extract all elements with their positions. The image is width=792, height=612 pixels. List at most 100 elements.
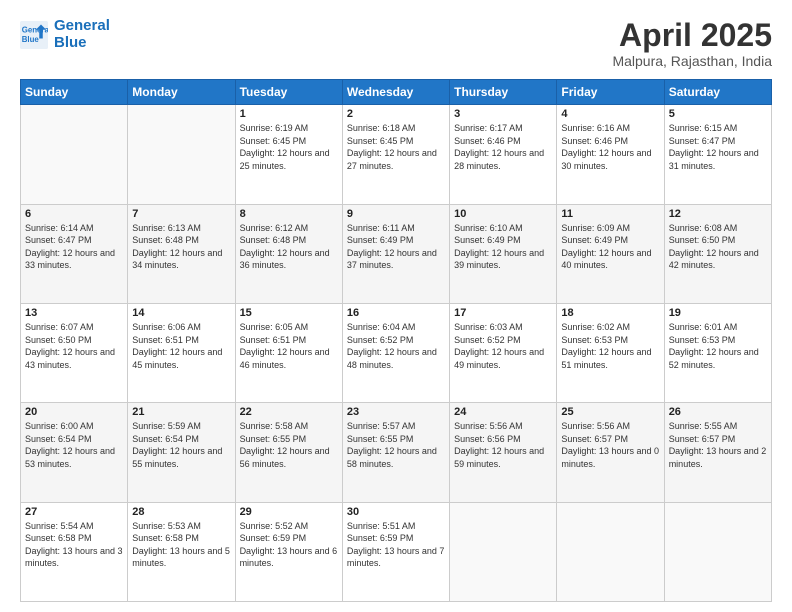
day-number: 23 <box>347 406 445 418</box>
day-number: 11 <box>561 208 659 220</box>
calendar-week-row: 1 Sunrise: 6:19 AM Sunset: 6:45 PM Daylig… <box>21 105 772 204</box>
day-info: Sunrise: 6:16 AM Sunset: 6:46 PM Dayligh… <box>561 122 659 172</box>
calendar-cell: 22 Sunrise: 5:58 AM Sunset: 6:55 PM Dayli… <box>235 403 342 502</box>
calendar-cell: 12 Sunrise: 6:08 AM Sunset: 6:50 PM Dayli… <box>664 204 771 303</box>
day-info: Sunrise: 6:01 AM Sunset: 6:53 PM Dayligh… <box>669 321 767 371</box>
day-info: Sunrise: 6:03 AM Sunset: 6:52 PM Dayligh… <box>454 321 552 371</box>
calendar-cell: 6 Sunrise: 6:14 AM Sunset: 6:47 PM Daylig… <box>21 204 128 303</box>
calendar-table: SundayMondayTuesdayWednesdayThursdayFrid… <box>20 79 772 602</box>
calendar-cell: 29 Sunrise: 5:52 AM Sunset: 6:59 PM Dayli… <box>235 502 342 601</box>
day-info: Sunrise: 6:00 AM Sunset: 6:54 PM Dayligh… <box>25 420 123 470</box>
day-number: 4 <box>561 108 659 120</box>
day-info: Sunrise: 6:06 AM Sunset: 6:51 PM Dayligh… <box>132 321 230 371</box>
calendar-cell: 2 Sunrise: 6:18 AM Sunset: 6:45 PM Daylig… <box>342 105 449 204</box>
logo-icon: General Blue <box>20 21 48 49</box>
calendar-week-row: 13 Sunrise: 6:07 AM Sunset: 6:50 PM Dayli… <box>21 303 772 402</box>
day-number: 25 <box>561 406 659 418</box>
day-number: 8 <box>240 208 338 220</box>
weekday-header: Monday <box>128 80 235 105</box>
day-info: Sunrise: 6:08 AM Sunset: 6:50 PM Dayligh… <box>669 222 767 272</box>
day-info: Sunrise: 6:15 AM Sunset: 6:47 PM Dayligh… <box>669 122 767 172</box>
day-info: Sunrise: 6:14 AM Sunset: 6:47 PM Dayligh… <box>25 222 123 272</box>
header: General Blue General Blue April 2025 Mal… <box>20 18 772 69</box>
day-number: 17 <box>454 307 552 319</box>
calendar-cell: 24 Sunrise: 5:56 AM Sunset: 6:56 PM Dayli… <box>450 403 557 502</box>
day-info: Sunrise: 5:51 AM Sunset: 6:59 PM Dayligh… <box>347 520 445 570</box>
calendar-cell: 18 Sunrise: 6:02 AM Sunset: 6:53 PM Dayli… <box>557 303 664 402</box>
day-number: 24 <box>454 406 552 418</box>
calendar-cell: 23 Sunrise: 5:57 AM Sunset: 6:55 PM Dayli… <box>342 403 449 502</box>
calendar-cell <box>450 502 557 601</box>
svg-text:General: General <box>22 25 48 34</box>
logo: General Blue General Blue <box>20 18 110 51</box>
day-info: Sunrise: 6:11 AM Sunset: 6:49 PM Dayligh… <box>347 222 445 272</box>
day-info: Sunrise: 6:07 AM Sunset: 6:50 PM Dayligh… <box>25 321 123 371</box>
calendar-cell <box>128 105 235 204</box>
calendar-cell: 19Sunrise: 6:01 AM Sunset: 6:53 PM Dayli… <box>664 303 771 402</box>
day-info: Sunrise: 6:09 AM Sunset: 6:49 PM Dayligh… <box>561 222 659 272</box>
calendar-cell <box>557 502 664 601</box>
day-info: Sunrise: 6:18 AM Sunset: 6:45 PM Dayligh… <box>347 122 445 172</box>
calendar-cell: 9 Sunrise: 6:11 AM Sunset: 6:49 PM Daylig… <box>342 204 449 303</box>
logo-text: General Blue <box>54 18 110 51</box>
calendar-cell: 26 Sunrise: 5:55 AM Sunset: 6:57 PM Dayli… <box>664 403 771 502</box>
calendar-week-row: 27 Sunrise: 5:54 AM Sunset: 6:58 PM Dayli… <box>21 502 772 601</box>
day-number: 22 <box>240 406 338 418</box>
day-number: 29 <box>240 506 338 518</box>
calendar-cell: 1 Sunrise: 6:19 AM Sunset: 6:45 PM Daylig… <box>235 105 342 204</box>
calendar-cell: 16Sunrise: 6:04 AM Sunset: 6:52 PM Dayli… <box>342 303 449 402</box>
day-info: Sunrise: 6:19 AM Sunset: 6:45 PM Dayligh… <box>240 122 338 172</box>
day-number: 6 <box>25 208 123 220</box>
weekday-header: Wednesday <box>342 80 449 105</box>
day-number: 10 <box>454 208 552 220</box>
day-number: 15 <box>240 307 338 319</box>
weekday-header: Thursday <box>450 80 557 105</box>
calendar-cell <box>664 502 771 601</box>
day-number: 3 <box>454 108 552 120</box>
day-info: Sunrise: 5:55 AM Sunset: 6:57 PM Dayligh… <box>669 420 767 470</box>
day-info: Sunrise: 6:17 AM Sunset: 6:46 PM Dayligh… <box>454 122 552 172</box>
day-number: 26 <box>669 406 767 418</box>
day-number: 2 <box>347 108 445 120</box>
day-info: Sunrise: 5:58 AM Sunset: 6:55 PM Dayligh… <box>240 420 338 470</box>
day-number: 14 <box>132 307 230 319</box>
day-info: Sunrise: 6:12 AM Sunset: 6:48 PM Dayligh… <box>240 222 338 272</box>
day-number: 1 <box>240 108 338 120</box>
calendar-cell: 10 Sunrise: 6:10 AM Sunset: 6:49 PM Dayli… <box>450 204 557 303</box>
calendar-cell: 14 Sunrise: 6:06 AM Sunset: 6:51 PM Dayli… <box>128 303 235 402</box>
calendar-week-row: 6 Sunrise: 6:14 AM Sunset: 6:47 PM Daylig… <box>21 204 772 303</box>
day-number: 21 <box>132 406 230 418</box>
day-number: 9 <box>347 208 445 220</box>
day-number: 5 <box>669 108 767 120</box>
day-info: Sunrise: 5:53 AM Sunset: 6:58 PM Dayligh… <box>132 520 230 570</box>
calendar-cell: 17 Sunrise: 6:03 AM Sunset: 6:52 PM Dayli… <box>450 303 557 402</box>
day-info: Sunrise: 5:52 AM Sunset: 6:59 PM Dayligh… <box>240 520 338 570</box>
weekday-header: Saturday <box>664 80 771 105</box>
day-number: 18 <box>561 307 659 319</box>
svg-text:Blue: Blue <box>22 35 40 44</box>
title-block: April 2025 Malpura, Rajasthan, India <box>612 18 772 69</box>
calendar-cell: 3 Sunrise: 6:17 AM Sunset: 6:46 PM Daylig… <box>450 105 557 204</box>
day-info: Sunrise: 5:54 AM Sunset: 6:58 PM Dayligh… <box>25 520 123 570</box>
calendar-cell: 21Sunrise: 5:59 AM Sunset: 6:54 PM Dayli… <box>128 403 235 502</box>
day-info: Sunrise: 6:10 AM Sunset: 6:49 PM Dayligh… <box>454 222 552 272</box>
day-number: 7 <box>132 208 230 220</box>
calendar-cell: 30 Sunrise: 5:51 AM Sunset: 6:59 PM Dayli… <box>342 502 449 601</box>
day-number: 20 <box>25 406 123 418</box>
day-info: Sunrise: 5:57 AM Sunset: 6:55 PM Dayligh… <box>347 420 445 470</box>
day-number: 27 <box>25 506 123 518</box>
day-info: Sunrise: 5:56 AM Sunset: 6:57 PM Dayligh… <box>561 420 659 470</box>
weekday-header: Sunday <box>21 80 128 105</box>
day-info: Sunrise: 6:02 AM Sunset: 6:53 PM Dayligh… <box>561 321 659 371</box>
day-number: 28 <box>132 506 230 518</box>
day-number: 30 <box>347 506 445 518</box>
calendar-cell: 7 Sunrise: 6:13 AM Sunset: 6:48 PM Daylig… <box>128 204 235 303</box>
day-info: Sunrise: 5:56 AM Sunset: 6:56 PM Dayligh… <box>454 420 552 470</box>
day-number: 12 <box>669 208 767 220</box>
weekday-header: Tuesday <box>235 80 342 105</box>
day-number: 13 <box>25 307 123 319</box>
day-info: Sunrise: 6:13 AM Sunset: 6:48 PM Dayligh… <box>132 222 230 272</box>
calendar-cell: 25 Sunrise: 5:56 AM Sunset: 6:57 PM Dayli… <box>557 403 664 502</box>
calendar-cell: 15Sunrise: 6:05 AM Sunset: 6:51 PM Dayli… <box>235 303 342 402</box>
subtitle: Malpura, Rajasthan, India <box>612 53 772 69</box>
